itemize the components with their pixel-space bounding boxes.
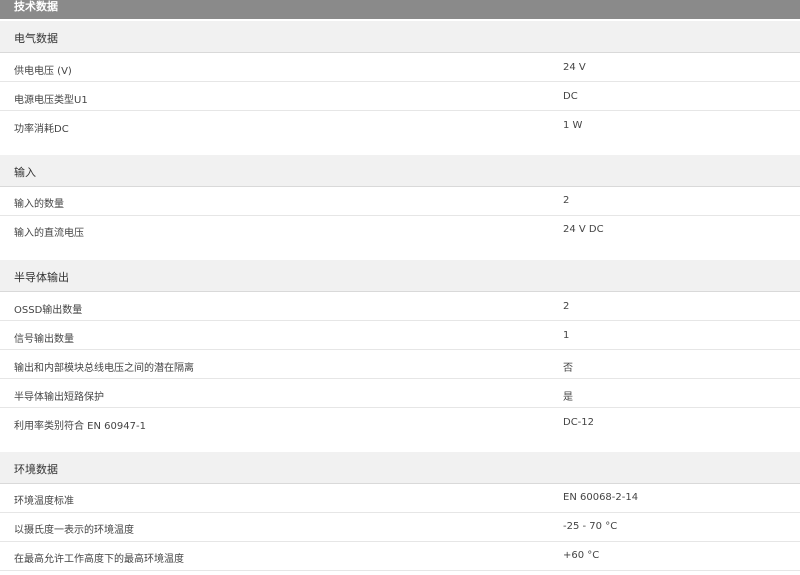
section-title: 输入 bbox=[14, 166, 36, 179]
row-label: 信号输出数量 bbox=[14, 334, 74, 345]
row-value: +60 °C bbox=[563, 550, 600, 561]
row-label: 供电电压 (V) bbox=[14, 66, 72, 77]
table-row: 半导体输出短路保护 是 bbox=[0, 379, 800, 408]
row-label: 输入的数量 bbox=[14, 199, 64, 210]
table-row: 以摄氏度一表示的环境温度 -25 - 70 °C bbox=[0, 513, 800, 542]
row-label: 输出和内部模块总线电压之间的潜在隔离 bbox=[14, 363, 194, 374]
section-header-semiconductor-outputs: 半导体输出 bbox=[0, 260, 800, 292]
page-title: 技术数据 bbox=[14, 0, 58, 13]
row-value: -25 - 70 °C bbox=[563, 521, 618, 532]
section-header-environment: 环境数据 bbox=[0, 452, 800, 484]
tech-data-header: 技术数据 bbox=[0, 0, 800, 19]
row-label: OSSD输出数量 bbox=[14, 305, 83, 316]
table-row: 在最高允许工作高度下的最高环境温度 +60 °C bbox=[0, 542, 800, 571]
row-label: 半导体输出短路保护 bbox=[14, 392, 104, 403]
section-title: 环境数据 bbox=[14, 463, 58, 476]
row-value: EN 60068-2-14 bbox=[563, 492, 639, 503]
row-label: 以摄氏度一表示的环境温度 bbox=[14, 525, 134, 536]
row-value: 2 bbox=[563, 195, 570, 206]
table-row: 功率消耗DC 1 W bbox=[0, 111, 800, 140]
table-row: 输出和内部模块总线电压之间的潜在隔离 否 bbox=[0, 350, 800, 379]
row-value: DC-12 bbox=[563, 417, 595, 428]
section-title: 电气数据 bbox=[14, 32, 58, 45]
section-header-inputs: 输入 bbox=[0, 155, 800, 187]
table-row: 信号输出数量 1 bbox=[0, 321, 800, 350]
row-value: 24 V DC bbox=[563, 224, 604, 235]
row-label: 环境温度标准 bbox=[14, 496, 74, 507]
row-value: DC bbox=[563, 91, 578, 102]
row-label: 电源电压类型U1 bbox=[14, 95, 88, 106]
table-row: 环境温度标准 EN 60068-2-14 bbox=[0, 484, 800, 513]
row-value: 2 bbox=[563, 301, 570, 312]
section-title: 半导体输出 bbox=[14, 271, 69, 284]
table-row: 供电电压 (V) 24 V bbox=[0, 53, 800, 82]
table-row: 输入的数量 2 bbox=[0, 187, 800, 216]
table-row: 利用率类别符合 EN 60947-1 DC-12 bbox=[0, 408, 800, 437]
row-value: 24 V bbox=[563, 62, 586, 73]
row-label: 在最高允许工作高度下的最高环境温度 bbox=[14, 554, 184, 565]
row-label: 输入的直流电压 bbox=[14, 228, 84, 239]
section-header-electrical: 电气数据 bbox=[0, 21, 800, 53]
table-row: 电源电压类型U1 DC bbox=[0, 82, 800, 111]
row-value: 否 bbox=[563, 363, 573, 374]
row-label: 利用率类别符合 EN 60947-1 bbox=[14, 421, 146, 432]
row-value: 1 W bbox=[563, 120, 583, 131]
row-label: 功率消耗DC bbox=[14, 124, 69, 135]
row-value: 是 bbox=[563, 392, 573, 403]
table-row: 输入的直流电压 24 V DC bbox=[0, 216, 800, 245]
table-row: OSSD输出数量 2 bbox=[0, 292, 800, 321]
row-value: 1 bbox=[563, 330, 570, 341]
